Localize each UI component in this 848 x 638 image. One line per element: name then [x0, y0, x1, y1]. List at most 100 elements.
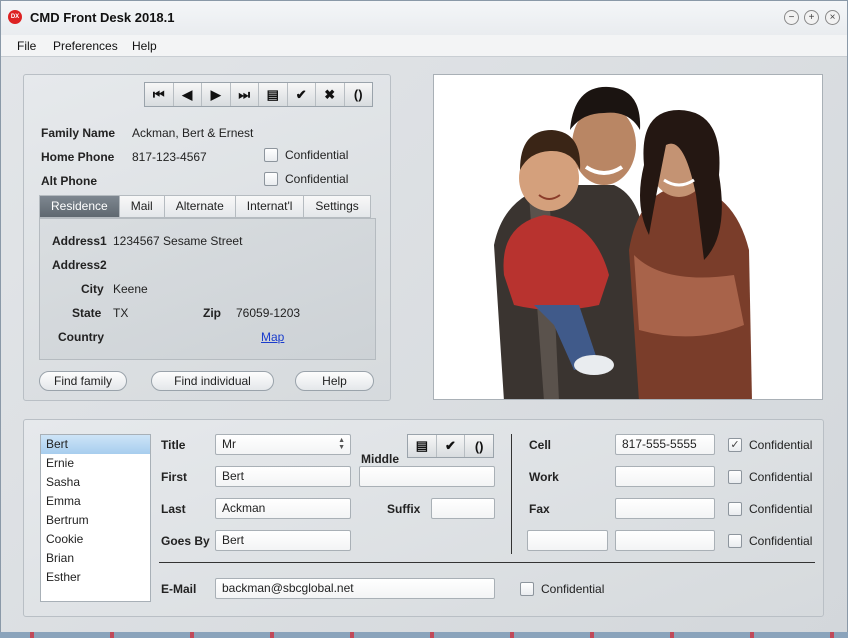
tab-settings[interactable]: Settings [303, 195, 371, 218]
save-check-icon[interactable]: ✔ [288, 83, 316, 106]
confidential-label: Confidential [285, 148, 349, 162]
last-record-icon[interactable]: ⏭ [231, 83, 259, 106]
email-confidential-checkbox[interactable] [520, 582, 534, 596]
refresh-icon[interactable]: () [465, 435, 493, 457]
tab-mail[interactable]: Mail [118, 195, 164, 218]
middle-name-input[interactable] [359, 466, 495, 487]
list-item[interactable]: Bertrum [41, 511, 150, 530]
cell-confidential-checkbox[interactable]: ✓ [728, 438, 742, 452]
menu-help[interactable]: Help [132, 39, 157, 53]
cell-phone-input[interactable]: 817-555-5555 [615, 434, 715, 455]
fax-label: Fax [529, 502, 550, 516]
email-input[interactable]: backman@sbcglobal.net [215, 578, 495, 599]
title-label: Title [161, 438, 186, 452]
first-name-input[interactable]: Bert [215, 466, 351, 487]
refresh-icon[interactable]: () [345, 83, 373, 106]
list-item[interactable]: Cookie [41, 530, 150, 549]
state-value[interactable]: TX [113, 306, 128, 320]
next-record-icon[interactable]: ▶ [202, 83, 231, 106]
list-item[interactable]: Brian [41, 549, 150, 568]
fax-confidential[interactable]: Confidential [728, 502, 812, 516]
home-phone-confidential-checkbox[interactable] [264, 148, 278, 162]
address-tabs: Residence Mail Alternate Internat'l Sett… [39, 195, 371, 218]
family-name-value[interactable]: Ackman, Bert & Ernest [132, 126, 253, 140]
menu-preferences[interactable]: Preferences [53, 39, 118, 53]
email-label: E-Mail [161, 582, 197, 596]
confidential-label: Confidential [749, 438, 813, 452]
list-item[interactable]: Esther [41, 568, 150, 587]
cell-label: Cell [529, 438, 552, 452]
previous-record-icon[interactable]: ◀ [174, 83, 202, 106]
window-title: CMD Front Desk 2018.1 [30, 10, 175, 25]
other-confidential-checkbox[interactable] [728, 534, 742, 548]
zip-label: Zip [203, 306, 221, 320]
alt-phone-confidential-checkbox[interactable] [264, 172, 278, 186]
goes-by-label: Goes By [161, 534, 210, 548]
address2-label: Address2 [52, 258, 107, 272]
city-label: City [81, 282, 104, 296]
minimize-button[interactable]: − [784, 10, 799, 25]
spinner-arrows-icon: ▲ ▼ [338, 437, 345, 451]
list-item[interactable]: Ernie [41, 454, 150, 473]
address1-label: Address1 [52, 234, 107, 248]
email-confidential[interactable]: Confidential [520, 582, 604, 596]
list-item[interactable]: Bert [41, 435, 150, 454]
suffix-input[interactable] [431, 498, 495, 519]
address1-value[interactable]: 1234567 Sesame Street [113, 234, 242, 248]
title-bar: DX CMD Front Desk 2018.1 − + × [1, 1, 847, 35]
family-photo-image [434, 75, 822, 399]
middle-label: Middle [361, 452, 399, 466]
work-confidential[interactable]: Confidential [728, 470, 812, 484]
other-phone-label-input[interactable] [527, 530, 608, 551]
city-value[interactable]: Keene [113, 282, 148, 296]
confidential-label: Confidential [749, 502, 813, 516]
person-toolbar: ▤ ✔ () [407, 434, 494, 458]
home-phone-value[interactable]: 817-123-4567 [132, 150, 207, 164]
tab-residence[interactable]: Residence [39, 195, 119, 218]
work-phone-input[interactable] [615, 466, 715, 487]
cell-confidential[interactable]: ✓ Confidential [728, 438, 812, 452]
fax-input[interactable] [615, 498, 715, 519]
other-confidential[interactable]: Confidential [728, 534, 812, 548]
find-individual-button[interactable]: Find individual [151, 371, 274, 391]
member-list: Bert Ernie Sasha Emma Bertrum Cookie Bri… [40, 434, 151, 602]
menu-file[interactable]: File [17, 39, 36, 53]
state-label: State [72, 306, 102, 320]
family-photo [433, 74, 823, 400]
map-link[interactable]: Map [261, 330, 284, 344]
tab-international[interactable]: Internat'l [234, 195, 304, 218]
save-check-icon[interactable]: ✔ [437, 435, 466, 457]
zip-value[interactable]: 76059-1203 [236, 306, 300, 320]
first-label: First [161, 470, 188, 484]
divider-horizontal [159, 562, 815, 563]
title-select-value: Mr [222, 437, 236, 451]
title-select[interactable]: Mr ▲ ▼ [215, 434, 351, 455]
tab-alternate[interactable]: Alternate [163, 195, 235, 218]
record-nav-toolbar: ⏮ ◀ ▶ ⏭ ▤ ✔ ✖ () [144, 82, 373, 107]
alt-phone-confidential[interactable]: Confidential [264, 172, 348, 186]
work-label: Work [529, 470, 559, 484]
close-button[interactable]: × [825, 10, 840, 25]
last-label: Last [161, 502, 186, 516]
find-family-button[interactable]: Find family [39, 371, 127, 391]
last-name-input[interactable]: Ackman [215, 498, 351, 519]
goes-by-input[interactable]: Bert [215, 530, 351, 551]
maximize-button[interactable]: + [804, 10, 819, 25]
work-confidential-checkbox[interactable] [728, 470, 742, 484]
confidential-label: Confidential [749, 534, 813, 548]
list-item[interactable]: Sasha [41, 473, 150, 492]
cancel-x-icon[interactable]: ✖ [316, 83, 345, 106]
fax-confidential-checkbox[interactable] [728, 502, 742, 516]
document-icon[interactable]: ▤ [259, 83, 288, 106]
document-icon[interactable]: ▤ [408, 435, 437, 457]
confidential-label: Confidential [541, 582, 605, 596]
home-phone-confidential[interactable]: Confidential [264, 148, 348, 162]
first-record-icon[interactable]: ⏮ [145, 83, 174, 106]
desktop-strip [0, 632, 848, 638]
suffix-label: Suffix [387, 502, 421, 516]
family-name-label: Family Name [41, 126, 116, 140]
help-button[interactable]: Help [295, 371, 374, 391]
other-phone-input[interactable] [615, 530, 715, 551]
list-item[interactable]: Emma [41, 492, 150, 511]
app-window: DX CMD Front Desk 2018.1 − + × File Pref… [0, 0, 848, 633]
